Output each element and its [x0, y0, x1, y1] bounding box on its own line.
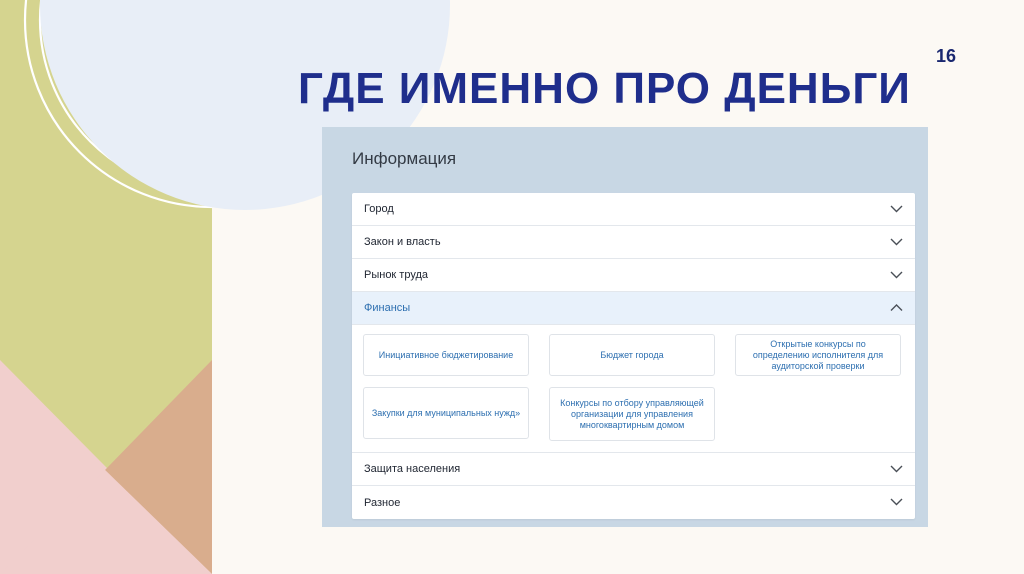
accordion-label: Защита населения: [364, 463, 461, 475]
accordion-label: Финансы: [364, 302, 411, 314]
chevron-down-icon: [890, 498, 903, 506]
chevron-up-icon: [890, 304, 903, 311]
slide-number: 16: [936, 46, 957, 66]
accordion-label: Закон и власть: [364, 236, 441, 248]
accordion-label: Разное: [364, 496, 401, 509]
panel-title: Информация: [352, 149, 457, 168]
link-initiative-budgeting[interactable]: Инициативное бюджетирование: [363, 334, 529, 376]
accordion-item-protection[interactable]: Защита населения: [352, 453, 915, 486]
accordion-item-finance[interactable]: Финансы: [352, 292, 915, 325]
chevron-down-icon: [890, 238, 903, 246]
information-panel: Информация Город Закон и власть Рынок тр…: [322, 127, 928, 527]
chevron-down-icon: [890, 271, 903, 279]
accordion-item-misc[interactable]: Разное: [352, 486, 915, 519]
chevron-down-icon: [890, 465, 903, 473]
link-municipal-procurement[interactable]: Закупки для муниципальных нужд»: [363, 387, 529, 439]
link-management-tenders[interactable]: Конкурсы по отбору управляющей организац…: [549, 387, 715, 441]
link-city-budget[interactable]: Бюджет города: [549, 334, 715, 376]
accordion-item-labor[interactable]: Рынок труда: [352, 259, 915, 292]
accordion-label: Рынок труда: [364, 269, 429, 281]
accordion-item-city[interactable]: Город: [352, 193, 915, 226]
link-audit-tenders[interactable]: Открытые конкурсы по определению исполни…: [735, 334, 901, 376]
accordion-label: Город: [364, 203, 394, 215]
slide-title: ГДЕ ИМЕННО ПРО ДЕНЬГИ: [298, 64, 911, 113]
finance-links: Инициативное бюджетирование Бюджет город…: [352, 325, 915, 453]
chevron-down-icon: [890, 205, 903, 213]
info-accordion: Город Закон и власть Рынок труда Финансы…: [352, 193, 915, 519]
accordion-item-law[interactable]: Закон и власть: [352, 226, 915, 259]
